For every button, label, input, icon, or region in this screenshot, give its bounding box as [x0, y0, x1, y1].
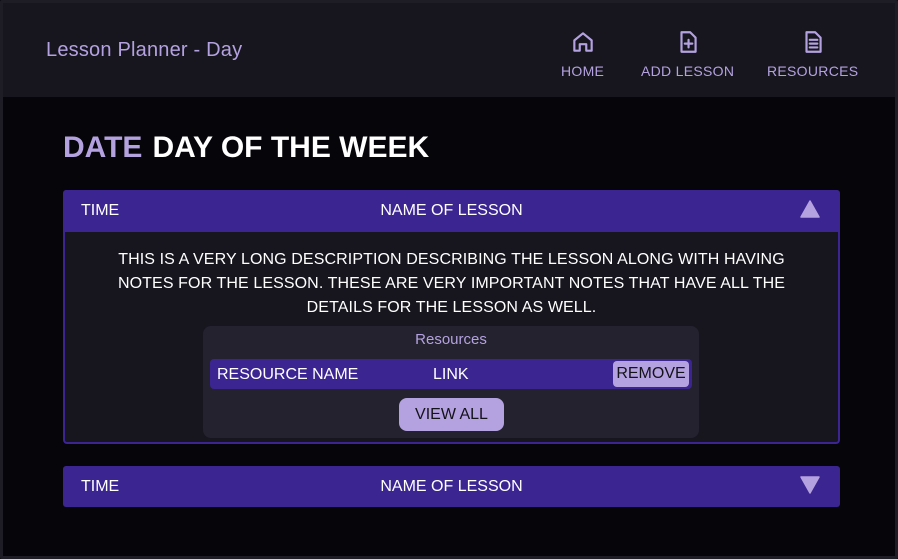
remove-resource-button[interactable]: REMOVE: [613, 361, 689, 387]
resources-panel: Resources RESOURCE NAME LINK REMOVE VIEW…: [203, 326, 699, 438]
view-all-button[interactable]: VIEW ALL: [399, 398, 504, 431]
lesson-name: NAME OF LESSON: [380, 478, 523, 495]
nav-home[interactable]: HOME: [561, 29, 604, 79]
nav-add-lesson-label: ADD LESSON: [641, 63, 735, 79]
lesson-card-collapsed: TIME NAME OF LESSON: [63, 466, 840, 507]
file-text-icon: [805, 31, 822, 53]
nav-resources-label: RESOURCES: [767, 63, 859, 79]
page-title: DATE DAY OF THE WEEK: [63, 131, 429, 165]
home-icon: [572, 32, 593, 52]
triangle-down-icon[interactable]: [800, 476, 820, 494]
day-label: DAY OF THE WEEK: [152, 131, 430, 164]
resource-link[interactable]: LINK: [433, 366, 469, 384]
nav-add-lesson[interactable]: ADD LESSON: [641, 29, 734, 79]
app-title: Lesson Planner - Day: [46, 39, 243, 61]
resources-title: Resources: [415, 331, 487, 348]
navbar: Lesson Planner - Day HOME ADD LESSON RES…: [3, 3, 895, 97]
lesson-description: THIS IS A VERY LONG DESCRIPTION DESCRIBI…: [117, 251, 786, 316]
lesson-name: NAME OF LESSON: [380, 202, 523, 219]
resource-name: RESOURCE NAME: [217, 366, 359, 383]
lesson-header[interactable]: TIME NAME OF LESSON: [63, 466, 840, 507]
date-label: DATE: [63, 131, 143, 164]
lesson-card-expanded: TIME NAME OF LESSON THIS IS A VERY LONG …: [63, 190, 840, 444]
nav-resources[interactable]: RESOURCES: [767, 29, 858, 79]
lesson-header[interactable]: TIME NAME OF LESSON: [63, 190, 840, 232]
triangle-up-icon[interactable]: [800, 200, 820, 218]
nav-home-label: HOME: [561, 63, 605, 79]
resource-row: RESOURCE NAME LINK REMOVE: [210, 359, 692, 389]
file-plus-icon: [680, 31, 697, 53]
